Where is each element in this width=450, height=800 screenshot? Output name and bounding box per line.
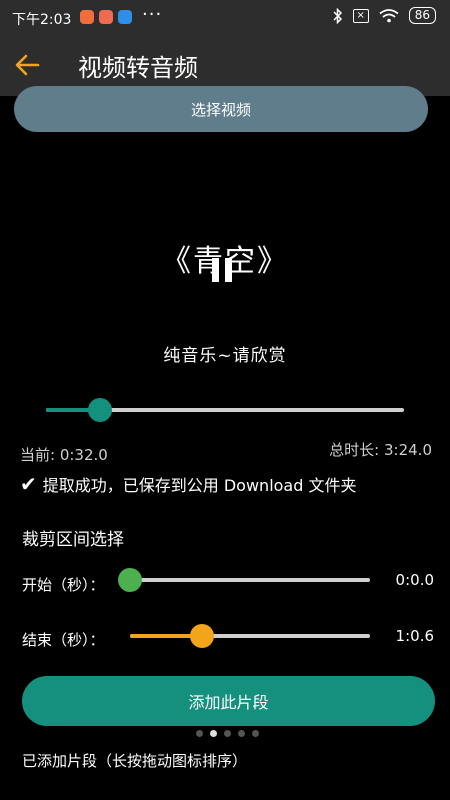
bluetooth-icon [333,7,342,24]
end-value: 1:0.6 [395,627,434,645]
no-sim-icon: × [352,8,369,23]
status-message: ✔ 提取成功，已保存到公用 Download 文件夹 [20,472,356,496]
pause-icon[interactable] [212,258,234,282]
playback-seekbar[interactable] [46,398,404,422]
current-time-label: 当前: 0:32.0 [20,446,108,464]
check-icon: ✔ [20,472,37,496]
trim-section-heading: 裁剪区间选择 [22,530,124,550]
status-message-text: 提取成功，已保存到公用 Download 文件夹 [42,476,357,495]
video-subtitle-text: 纯音乐~请欣赏 [163,346,287,366]
page-title: 视频转音频 [78,54,198,82]
app-icon-blue [118,10,132,24]
status-bar: 下午2:03 ··· × 86 [0,0,450,34]
end-slider[interactable] [130,624,370,648]
start-slider-thumb[interactable] [118,568,142,592]
page-dot [210,730,217,737]
added-segments-heading: 已添加片段（长按拖动图标排序） [22,752,248,770]
select-video-button[interactable]: 选择视频 [14,86,428,132]
status-time: 下午2:03 [12,12,72,28]
back-arrow-icon[interactable] [14,53,40,77]
end-label: 结束（秒）： [22,631,105,649]
page-dot [252,730,259,737]
playback-thumb[interactable] [87,398,112,422]
page-indicator [196,730,259,737]
add-segment-button[interactable]: 添加此片段 [22,676,435,726]
app-icon-red [99,10,113,24]
app-icon-orange [80,10,94,24]
page-dot [224,730,231,737]
page-dot [238,730,245,737]
battery-icon: 86 [408,7,436,24]
more-notifications-icon: ··· [142,4,163,25]
end-slider-thumb[interactable] [190,624,214,648]
start-slider[interactable] [118,568,370,592]
total-duration-label: 总时长: 3:24.0 [329,441,432,459]
wifi-icon [379,8,399,22]
page-dot [196,730,203,737]
start-label: 开始（秒）： [22,576,105,594]
start-value: 0:0.0 [395,571,434,589]
